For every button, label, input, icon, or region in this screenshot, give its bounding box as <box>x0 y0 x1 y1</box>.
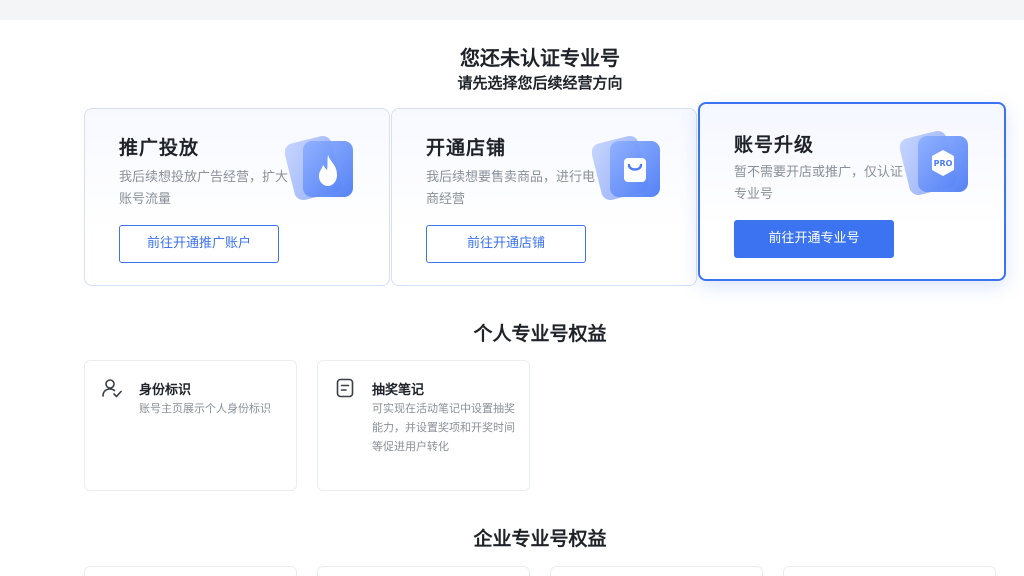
card-description: 我后续想要售卖商品，进行电商经营 <box>426 170 596 207</box>
benefit-lottery-note: 抽奖笔记 可实现在活动笔记中设置抽奖能力，并设置奖项和开奖时间等促进用户转化 <box>317 360 530 491</box>
top-bar <box>0 0 1024 20</box>
page-title: 您还未认证专业号 <box>460 46 620 70</box>
benefit-card-edge <box>783 566 996 576</box>
open-professional-account-button[interactable]: 前往开通专业号 <box>734 220 894 258</box>
card-title: 账号升级 <box>734 134 815 156</box>
open-store-button[interactable]: 前往开通店铺 <box>426 225 586 263</box>
page-subtitle: 请先选择您后续经营方向 <box>457 74 623 92</box>
flame-icon <box>285 135 353 201</box>
card-account-upgrade[interactable]: 账号升级 暂不需要开店或推广，仅认证专业号 前往开通专业号 PRO <box>698 102 1006 281</box>
card-promotion[interactable]: 推广投放 我后续想投放广告经营，扩大账号流量 前往开通推广账户 <box>84 108 390 286</box>
benefit-title: 身份标识 <box>139 383 192 398</box>
card-title: 开通店铺 <box>426 137 507 159</box>
benefit-card-edge <box>317 566 530 576</box>
benefit-description: 账号主页展示个人身份标识 <box>139 402 271 415</box>
enterprise-benefits-title: 企业专业号权益 <box>473 528 607 550</box>
benefit-card-edge <box>550 566 763 576</box>
benefit-card-edge <box>84 566 297 576</box>
card-store[interactable]: 开通店铺 我后续想要售卖商品，进行电商经营 前往开通店铺 <box>391 108 697 286</box>
card-description: 我后续想投放广告经营，扩大账号流量 <box>119 170 289 207</box>
card-description: 暂不需要开店或推广，仅认证专业号 <box>734 165 904 202</box>
benefit-title: 抽奖笔记 <box>372 383 425 398</box>
personal-benefits-title: 个人专业号权益 <box>473 323 607 345</box>
pro-badge-icon: PRO <box>900 130 968 196</box>
user-check-icon <box>102 379 122 398</box>
card-title: 推广投放 <box>119 137 200 159</box>
svg-text:PRO: PRO <box>934 159 953 168</box>
benefit-identity: 身份标识 账号主页展示个人身份标识 <box>84 360 297 491</box>
open-promotion-account-button[interactable]: 前往开通推广账户 <box>119 225 279 263</box>
shopping-bag-icon <box>592 135 660 201</box>
benefit-description: 可实现在活动笔记中设置抽奖能力，并设置奖项和开奖时间等促进用户转化 <box>372 402 515 453</box>
note-icon <box>336 378 354 398</box>
